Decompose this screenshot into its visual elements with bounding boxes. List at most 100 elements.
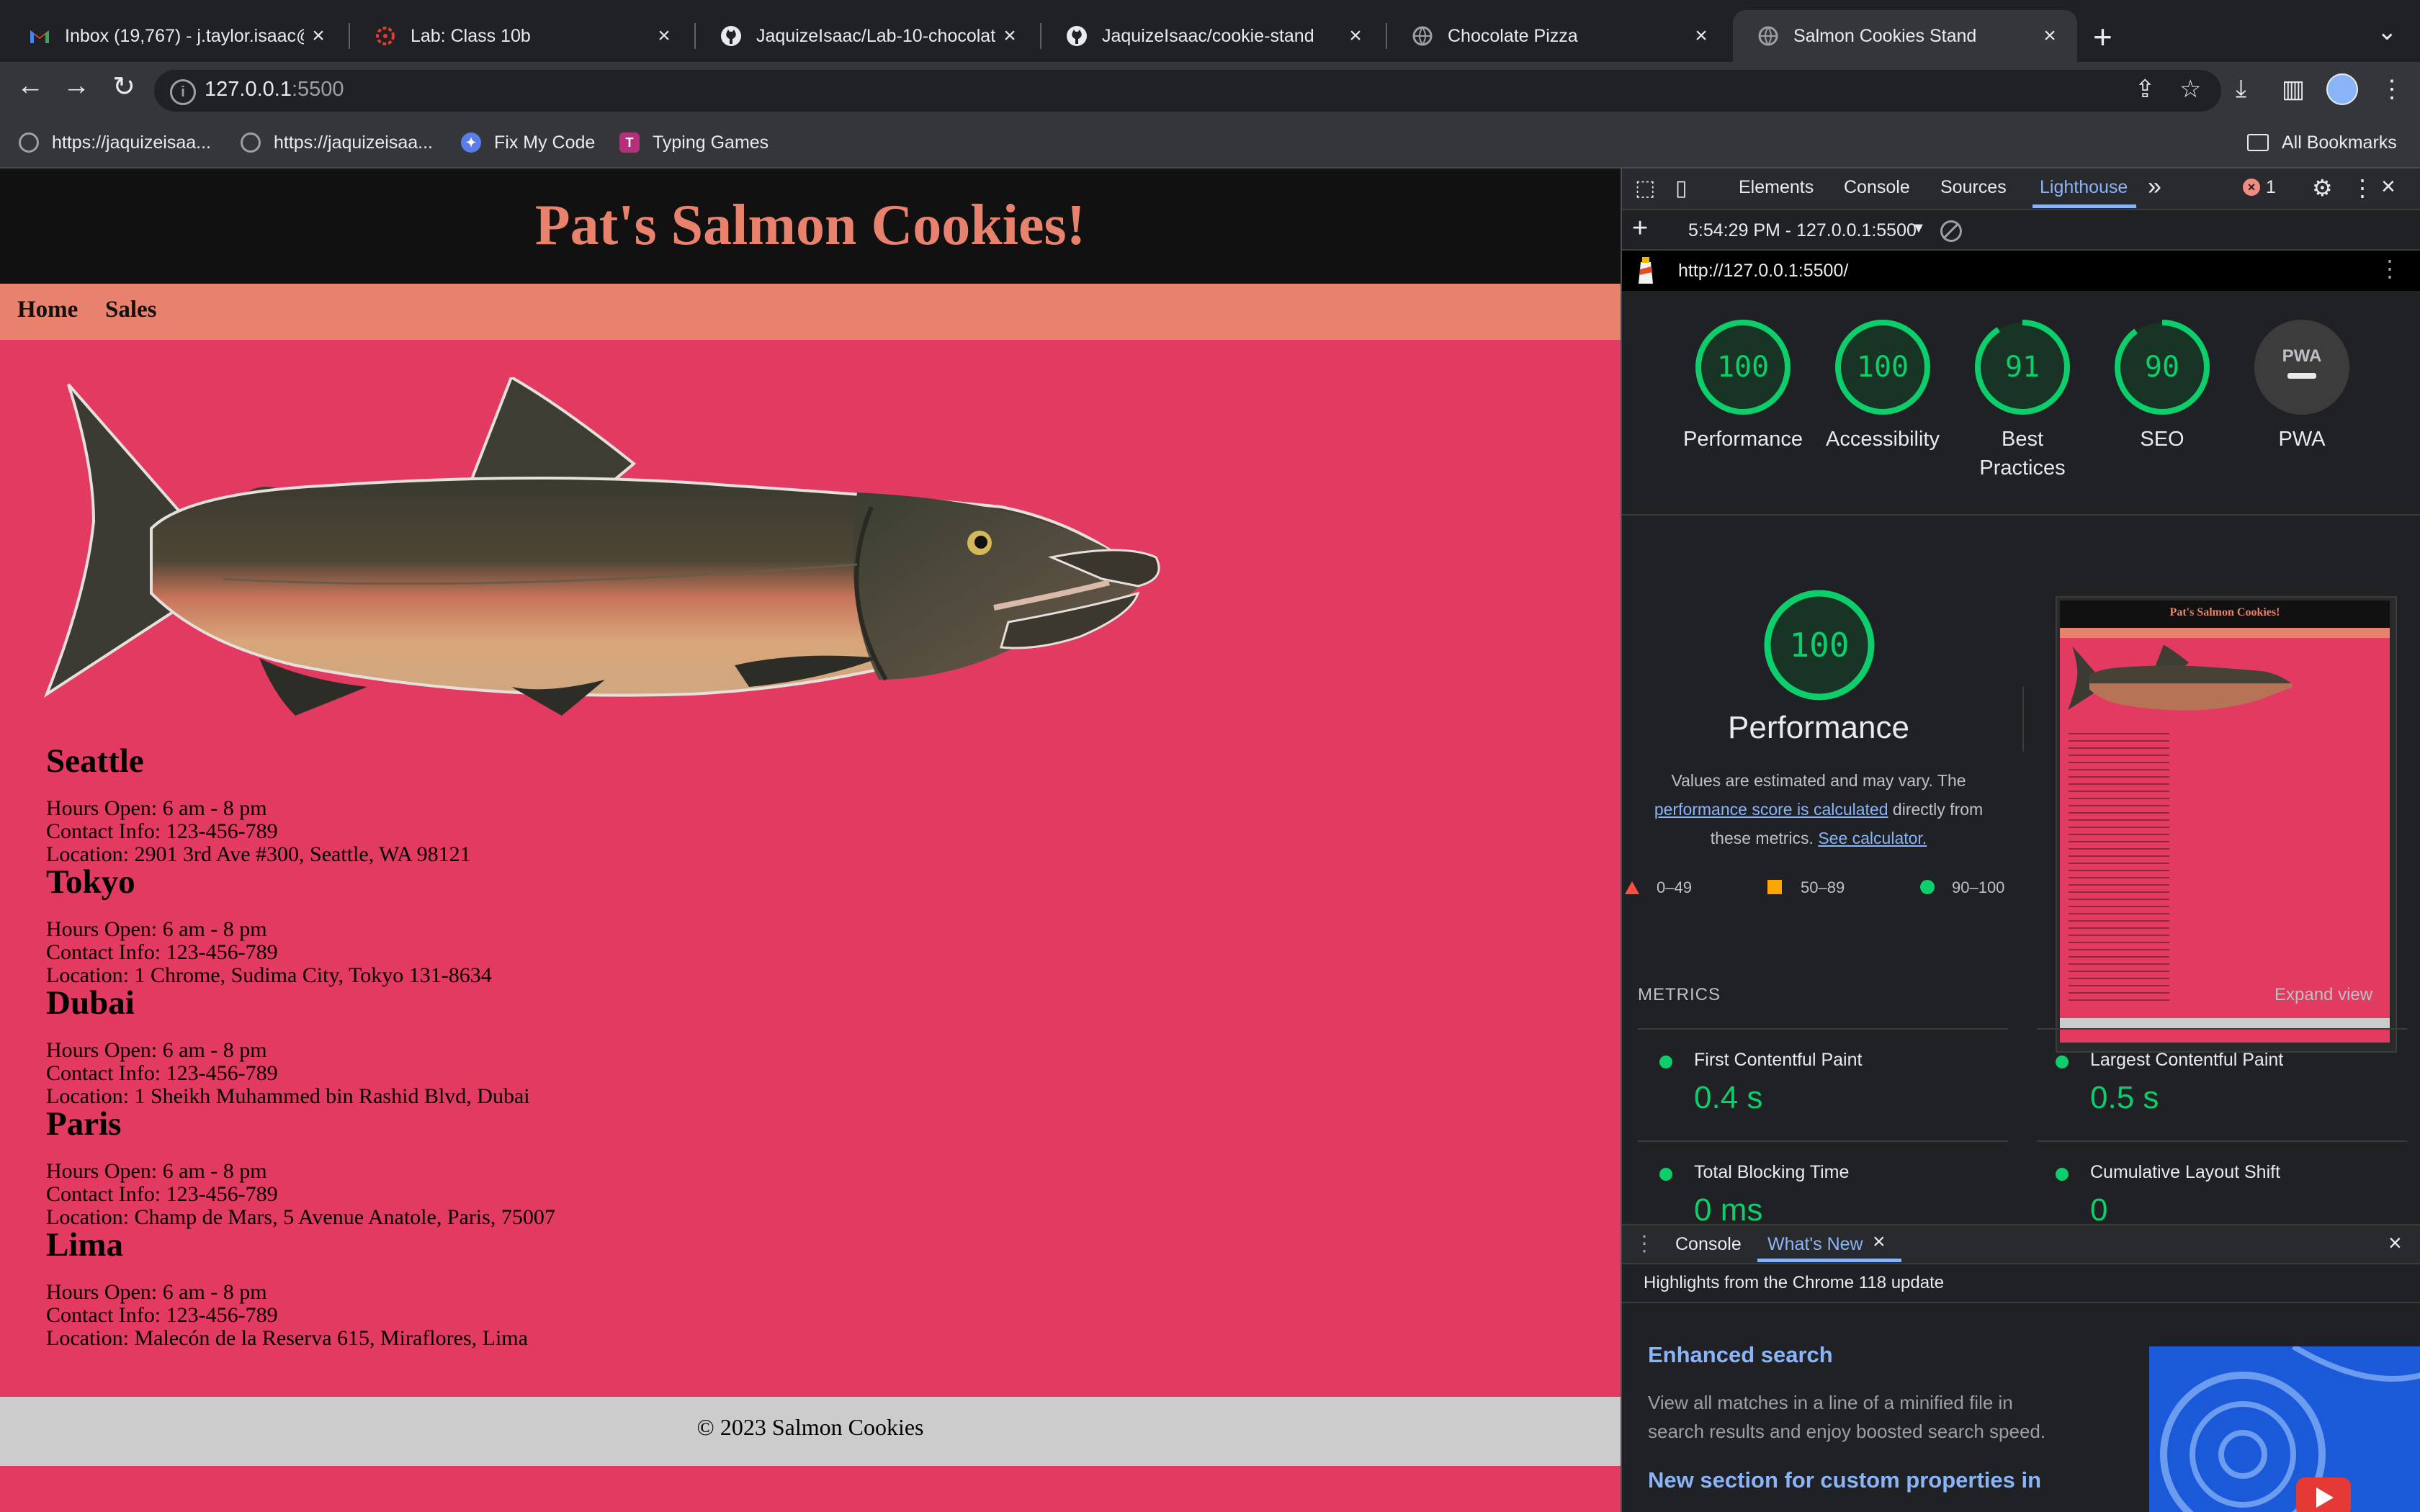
screenshot-title: Pat's Salmon Cookies! — [2169, 606, 2280, 618]
gauge-label: Accessibility — [1826, 428, 1940, 451]
tab-lab[interactable]: Lab: Class 10b × — [350, 10, 691, 62]
page-nav — [0, 284, 1621, 340]
gauge-performance[interactable]: 100 — [1694, 318, 1792, 416]
divider — [2037, 1028, 2407, 1030]
globe-icon — [19, 132, 39, 153]
back-arrow-icon[interactable]: ← — [9, 71, 52, 102]
perf-description: Values are estimated and may vary. The p… — [1636, 766, 2001, 852]
share-icon[interactable]: ⇪ — [2135, 75, 2156, 104]
tab-title: Chocolate Pizza — [1448, 25, 1578, 46]
report-selector[interactable]: 5:54:29 PM - 127.0.0.1:5500 — [1688, 220, 1917, 241]
drawer-tab-whats-new[interactable]: What's New — [1767, 1234, 1863, 1255]
gauge-pwa[interactable]: PWA — [2253, 318, 2351, 416]
see-calculator-link[interactable]: See calculator. — [1818, 829, 1927, 847]
gauge-best-practices[interactable]: 91 — [1973, 318, 2071, 416]
gauge-value: 100 — [1789, 626, 1849, 665]
devtools-tab-console[interactable]: Console — [1844, 177, 1910, 198]
tab-github-lab10[interactable]: JaquizeIsaac/Lab-10-chocolat × — [696, 10, 1037, 62]
divider — [2037, 1140, 2407, 1142]
gauge-label: PWA — [2278, 428, 2326, 451]
settings-gear-icon[interactable]: ⚙ — [2312, 174, 2333, 202]
error-icon[interactable]: × — [2243, 179, 2260, 196]
tab-chocolate-pizza[interactable]: Chocolate Pizza × — [1387, 10, 1729, 62]
nav-link-home[interactable]: Home — [17, 297, 78, 323]
device-toolbar-icon[interactable]: ▯ — [1675, 176, 1688, 201]
close-icon[interactable]: × — [1873, 1230, 1886, 1254]
drawer-tab-console[interactable]: Console — [1675, 1234, 1742, 1255]
close-devtools-icon[interactable]: × — [2381, 173, 2396, 201]
bookmark-label: Fix My Code — [494, 132, 596, 153]
report-url[interactable]: http://127.0.0.1:5500/ — [1678, 261, 1848, 282]
expand-view-toggle[interactable]: Expand view — [2275, 985, 2372, 1005]
perf-score-link[interactable]: performance score is calculated — [1654, 800, 1888, 819]
whats-new-highlights: Highlights from the Chrome 118 update — [1644, 1273, 1945, 1292]
divider — [1638, 1140, 2008, 1142]
whats-new-item-title[interactable]: New section for custom properties in — [1648, 1467, 2041, 1493]
bookmark-item[interactable]: https://jaquizeisaa... — [19, 130, 211, 156]
tab-gmail[interactable]: Inbox (19,767) - j.taylor.isaac@ × — [4, 10, 346, 62]
devtools-tab-elements[interactable]: Elements — [1739, 177, 1814, 198]
address-url[interactable]: 127.0.0.1:5500 — [205, 78, 344, 102]
reload-icon[interactable]: ↻ — [102, 71, 145, 103]
bookmark-item[interactable]: T Typing Games — [619, 130, 768, 156]
gauge-seo[interactable]: 90 — [2113, 318, 2211, 416]
devtools-tab-lighthouse[interactable]: Lighthouse — [2040, 177, 2128, 198]
close-icon[interactable]: × — [1341, 24, 1370, 48]
tab-github-cookie-stand[interactable]: JaquizeIsaac/cookie-stand × — [1041, 10, 1383, 62]
download-icon[interactable]: ⤓ — [2236, 75, 2246, 103]
page-viewport: Pat's Salmon Cookies! Home Sales Seattle… — [0, 168, 1621, 1512]
close-drawer-icon[interactable]: × — [2388, 1230, 2402, 1256]
metric-value: 0.5 s — [2090, 1080, 2159, 1115]
city-name-dubai: Dubai — [46, 984, 135, 1022]
tab-title: Inbox (19,767) - j.taylor.isaac@ — [65, 25, 304, 46]
city-contact: Contact Info: 123-456-789 — [46, 1182, 278, 1206]
kebab-menu-icon[interactable]: ⋮ — [2380, 75, 2404, 104]
side-panel-icon[interactable]: ▥ — [2282, 75, 2305, 104]
youtube-play-icon[interactable] — [2296, 1477, 2351, 1512]
report-menu-icon[interactable]: ⋮ — [2378, 255, 2401, 282]
profile-avatar[interactable] — [2326, 73, 2358, 105]
gauge-value: 90 — [2145, 351, 2179, 384]
devtools-panel: ⬚ ▯ Elements Console Sources Lighthouse … — [1621, 168, 2420, 1512]
new-tab-button[interactable]: + — [2093, 17, 2112, 56]
address-bar[interactable] — [154, 70, 2221, 112]
all-bookmarks-button[interactable]: All Bookmarks — [2247, 130, 2397, 156]
typing-icon: T — [619, 132, 640, 153]
tab-title: Salmon Cookies Stand — [1793, 25, 1977, 46]
close-icon[interactable]: × — [2035, 24, 2064, 48]
divider — [1638, 1028, 2008, 1030]
legend-fail: 0–49 — [1657, 878, 1692, 896]
bookmark-item[interactable]: https://jaquizeisaa... — [241, 130, 433, 156]
whats-new-item-title[interactable]: Enhanced search — [1648, 1342, 1833, 1368]
github-icon — [720, 25, 742, 47]
divider — [2022, 687, 2024, 752]
more-tabs-icon[interactable]: » — [2148, 173, 2161, 201]
dropdown-caret-icon[interactable]: ▼ — [1912, 220, 1926, 237]
error-count[interactable]: 1 — [2266, 177, 2276, 198]
close-icon[interactable]: × — [1687, 24, 1716, 48]
bookmark-star-icon[interactable]: ☆ — [2179, 75, 2201, 104]
whats-new-video-thumbnail[interactable] — [2149, 1346, 2420, 1512]
metric-name: Cumulative Layout Shift — [2090, 1162, 2281, 1182]
clear-reports-icon[interactable] — [1940, 220, 1962, 242]
bookmark-item[interactable]: ✦ Fix My Code — [461, 130, 595, 156]
close-icon[interactable]: × — [995, 24, 1024, 48]
tab-title: Lab: Class 10b — [411, 25, 531, 46]
tab-title: JaquizeIsaac/cookie-stand — [1102, 25, 1314, 46]
inspect-element-icon[interactable]: ⬚ — [1635, 176, 1655, 201]
close-icon[interactable]: × — [304, 24, 333, 48]
drawer-menu-icon[interactable]: ⋮ — [1634, 1231, 1655, 1256]
new-report-icon[interactable]: + — [1632, 213, 1648, 244]
tab-salmon-cookies[interactable]: Salmon Cookies Stand × — [1733, 10, 2077, 62]
tab-search-chevron-icon[interactable]: ⌄ — [2377, 17, 2398, 46]
city-contact: Contact Info: 123-456-789 — [46, 819, 278, 843]
average-square-icon — [1767, 880, 1782, 894]
site-info-icon[interactable]: i — [170, 79, 196, 105]
forward-arrow-icon[interactable]: → — [55, 71, 98, 102]
nav-link-sales[interactable]: Sales — [105, 297, 157, 323]
devtools-tab-sources[interactable]: Sources — [1940, 177, 2007, 198]
close-icon[interactable]: × — [650, 24, 678, 48]
kebab-menu-icon[interactable]: ⋮ — [2351, 174, 2374, 202]
gauge-performance-large[interactable]: 100 — [1762, 588, 1877, 703]
gauge-accessibility[interactable]: 100 — [1834, 318, 1932, 416]
